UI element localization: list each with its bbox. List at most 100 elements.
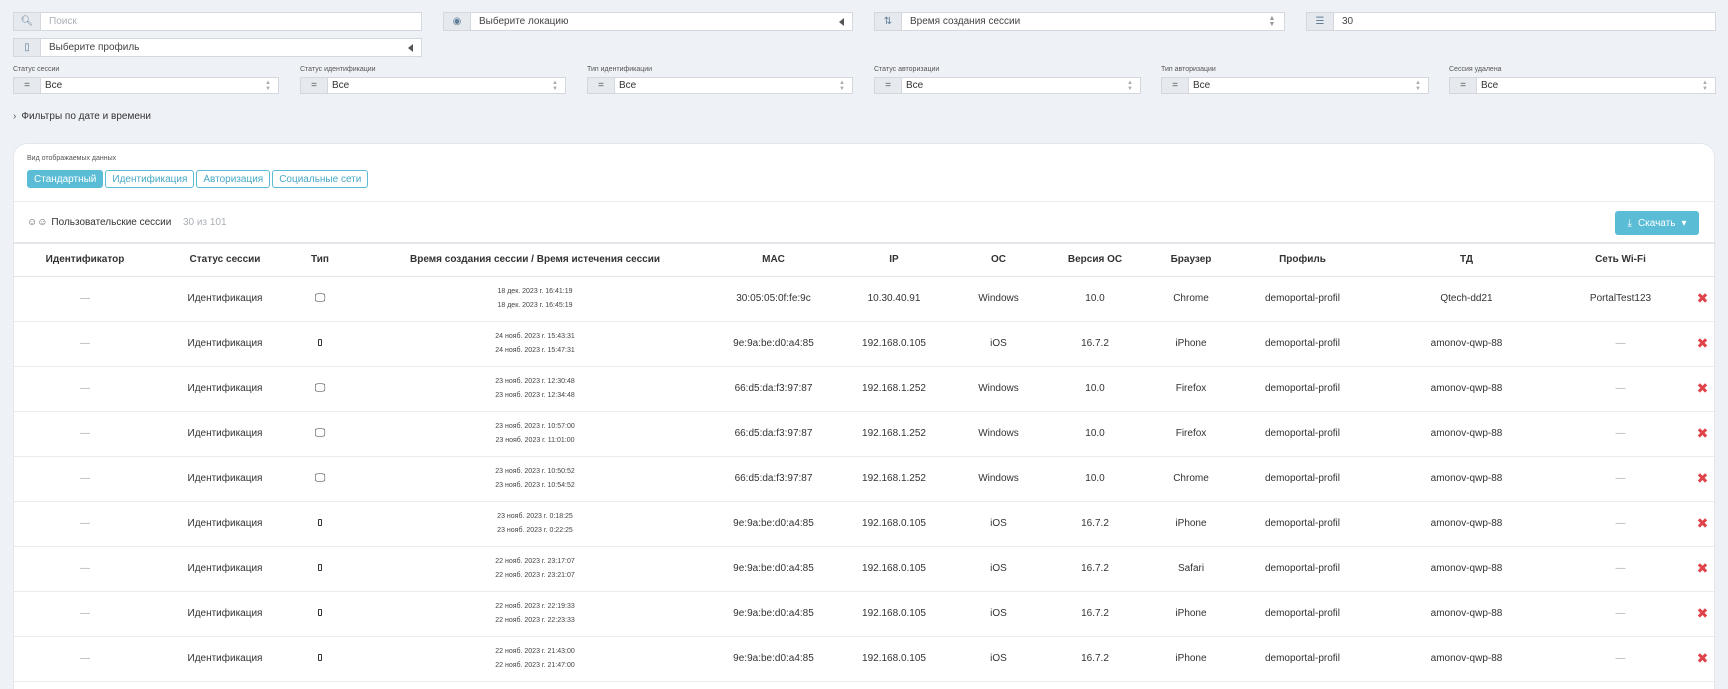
cell-mac: 9e:9a:be:d0:a4:85	[724, 636, 823, 682]
cell-time: 22 нояб. 2023 г. 22:19:33 22 нояб. 2023 г…	[346, 591, 724, 637]
tab-authorization[interactable]: Авторизация	[196, 170, 271, 188]
cell-profile: demoportal-profil	[1224, 456, 1381, 502]
cell-os-version: 10.0	[1032, 411, 1158, 457]
cell-time: 23 нояб. 2023 г. 10:57:00 23 нояб. 2023 г…	[346, 411, 724, 457]
cell-time: 23 нояб. 2023 г. 0:18:25 23 нояб. 2023 г.…	[346, 501, 724, 547]
filter-session-status[interactable]: = Все ▲ ▼	[13, 77, 279, 94]
cell-ip: 192.168.1.252	[823, 411, 965, 457]
profile-select[interactable]: ▯ Выберите профиль	[13, 38, 422, 57]
col-os[interactable]: ОС	[965, 242, 1032, 277]
date-filters-toggle[interactable]: › Фильтры по дате и времени	[13, 111, 151, 122]
cell-os-version: 16.7.2	[1032, 546, 1158, 592]
filter-ident-status[interactable]: = Все ▲ ▼	[300, 77, 566, 94]
delete-icon[interactable]: ✖	[1697, 560, 1709, 576]
cell-actions: ✖	[1689, 636, 1716, 682]
cell-wifi: —	[1552, 591, 1689, 637]
table-row[interactable]: — Идентификация 24 нояб. 2023 г. 15:43:31 2…	[14, 321, 1716, 367]
col-os-version[interactable]: Версия ОС	[1032, 242, 1158, 277]
table-row[interactable]: — Идентификация 🖵︎ 23 нояб. 2023 г. 12:30:4…	[14, 366, 1716, 412]
filter-auth-status[interactable]: = Все ▲ ▼	[874, 77, 1141, 94]
col-id[interactable]: Идентификатор	[14, 242, 156, 277]
delete-icon[interactable]: ✖	[1697, 290, 1709, 306]
view-tabs: Стандартный Идентификация Авторизация Со…	[27, 170, 369, 188]
cell-profile: demoportal-profil	[1224, 411, 1381, 457]
table-row[interactable]: — Идентификация 🖵︎ 23 нояб. 2023 г. 10:57:0…	[14, 411, 1716, 457]
filter-label-session-deleted: Сессия удалена	[1449, 66, 1502, 73]
delete-icon[interactable]: ✖	[1697, 515, 1709, 531]
sessions-card: Вид отображаемых данных Стандартный Иден…	[13, 143, 1716, 689]
operator-eq[interactable]: =	[14, 78, 41, 93]
delete-icon[interactable]: ✖	[1697, 335, 1709, 351]
table-row[interactable]: — Идентификация 22 нояб. 2023 г. 21:43:00 2…	[14, 636, 1716, 682]
cell-status: Идентификация	[156, 501, 294, 547]
cell-os: Windows	[965, 411, 1032, 457]
cell-profile: demoportal-profil	[1224, 321, 1381, 367]
table-row[interactable]: — Идентификация 🖵︎ 23 нояб. 2023 г. 10:50:5…	[14, 456, 1716, 502]
cell-ap: amonov-qwp-88	[1381, 456, 1552, 502]
filter-auth-type[interactable]: = Все ▲ ▼	[1161, 77, 1429, 94]
cell-ip: 192.168.1.252	[823, 366, 965, 412]
col-time[interactable]: Время создания сессии / Время истечения …	[346, 242, 724, 277]
filter-ident-type[interactable]: = Все ▲ ▼	[587, 77, 853, 94]
table-row[interactable]: — Идентификация 🖵︎ 18 дек. 2023 г. 16:41:19…	[14, 276, 1716, 322]
expires-time: 22 нояб. 2023 г. 22:23:33	[495, 616, 575, 624]
expires-time: 23 нояб. 2023 г. 0:22:25	[497, 526, 573, 534]
tab-standard[interactable]: Стандартный	[27, 170, 104, 188]
table-row[interactable]: — Идентификация 22 нояб. 2023 г. 23:17:07 2…	[14, 546, 1716, 592]
updown-icon: ▲ ▼	[1415, 79, 1421, 92]
col-type[interactable]: Тип	[294, 242, 346, 277]
operator-eq[interactable]: =	[875, 78, 902, 93]
cell-ip: 192.168.0.105	[823, 321, 965, 367]
operator-eq[interactable]: =	[1450, 78, 1477, 93]
cell-ap: amonov-qwp-88	[1381, 321, 1552, 367]
delete-icon[interactable]: ✖	[1697, 650, 1709, 666]
col-browser[interactable]: Браузер	[1158, 242, 1224, 277]
cell-status: Идентификация	[156, 456, 294, 502]
updown-icon: ▲ ▼	[552, 79, 558, 92]
operator-eq[interactable]: =	[588, 78, 615, 93]
created-time: 24 нояб. 2023 г. 15:43:31	[495, 332, 575, 340]
mobile-icon	[318, 519, 322, 526]
expires-time: 23 нояб. 2023 г. 12:34:48	[495, 391, 575, 399]
sessions-title-text: Пользовательские сессии	[51, 217, 172, 228]
filter-session-deleted[interactable]: = Все ▲ ▼	[1449, 77, 1716, 94]
cell-wifi: —	[1552, 546, 1689, 592]
cell-type: 🖵︎	[294, 276, 346, 322]
cell-time: 22 нояб. 2023 г. 21:43:00 22 нояб. 2023 г…	[346, 636, 724, 682]
delete-icon[interactable]: ✖	[1697, 470, 1709, 486]
cell-mac: 9e:9a:be:d0:a4:85	[724, 501, 823, 547]
cell-os: iOS	[965, 321, 1032, 367]
cell-os-version: 10.0	[1032, 366, 1158, 412]
cell-mac: 66:d5:da:f3:97:87	[724, 366, 823, 412]
delete-icon[interactable]: ✖	[1697, 425, 1709, 441]
operator-eq[interactable]: =	[1162, 78, 1189, 93]
col-mac[interactable]: MAC	[724, 242, 823, 277]
col-ap[interactable]: ТД	[1381, 242, 1552, 277]
cell-wifi: —	[1552, 636, 1689, 682]
col-wifi[interactable]: Сеть Wi-Fi	[1552, 242, 1689, 277]
page-size-value: 30	[1342, 16, 1354, 27]
page-size-input[interactable]: ☰ 30	[1306, 12, 1716, 31]
search-input[interactable]: 🔍︎ Поиск	[13, 12, 422, 31]
col-status[interactable]: Статус сессии	[156, 242, 294, 277]
col-profile[interactable]: Профиль	[1224, 242, 1381, 277]
cell-os-version: 16.7.2	[1032, 636, 1158, 682]
filter-value: Все	[1193, 80, 1211, 91]
mobile-icon	[318, 654, 322, 661]
tab-social[interactable]: Социальные сети	[272, 170, 369, 188]
cell-id: —	[14, 501, 156, 547]
cell-time: 24 нояб. 2023 г. 15:43:31 24 нояб. 2023 г…	[346, 321, 724, 367]
table-row[interactable]: — Идентификация 22 нояб. 2023 г. 22:19:33 2…	[14, 591, 1716, 637]
cell-time: 22 нояб. 2023 г. 23:17:07 22 нояб. 2023 г…	[346, 546, 724, 592]
sort-select[interactable]: ⇅ Время создания сессии ▲ ▼	[874, 12, 1285, 31]
tab-identification[interactable]: Идентификация	[105, 170, 195, 188]
delete-icon[interactable]: ✖	[1697, 605, 1709, 621]
cell-id: —	[14, 546, 156, 592]
download-button[interactable]: ⤓ Скачать ▾	[1615, 211, 1699, 235]
location-select[interactable]: ◉ Выберите локацию	[443, 12, 853, 31]
table-row[interactable]: — Идентификация 23 нояб. 2023 г. 0:18:25 23…	[14, 501, 1716, 547]
operator-eq[interactable]: =	[301, 78, 328, 93]
col-ip[interactable]: IP	[823, 242, 965, 277]
mobile-icon	[318, 339, 322, 346]
delete-icon[interactable]: ✖	[1697, 380, 1709, 396]
